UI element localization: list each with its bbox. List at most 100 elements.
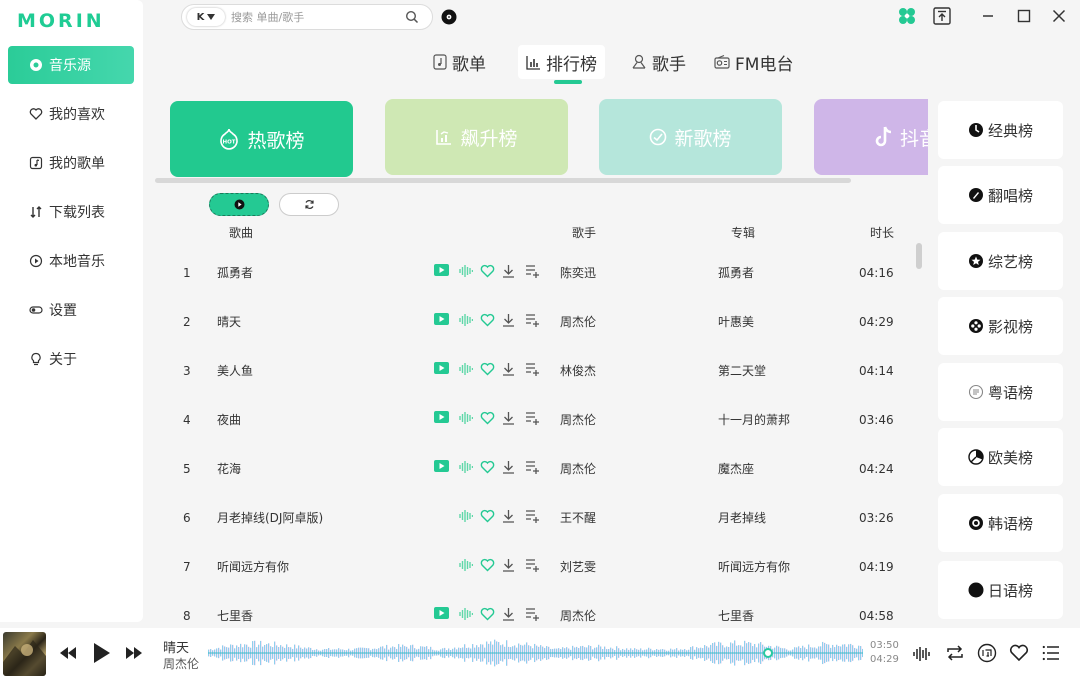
like-song-icon[interactable] [480,362,495,376]
row-title[interactable]: 美人鱼 [217,346,253,395]
row-title[interactable]: 孤勇者 [217,248,253,297]
quality-icon[interactable] [459,460,473,474]
tab-fm-radio[interactable]: FM电台 [706,45,801,79]
like-song-icon[interactable] [480,509,495,523]
mv-icon[interactable] [434,460,449,472]
add-to-playlist-icon[interactable] [525,558,540,572]
row-title[interactable]: 月老掉线(DJ阿卓版) [217,493,323,542]
quality-icon[interactable] [459,313,473,327]
add-to-playlist-icon[interactable] [525,264,540,278]
rank-classic[interactable]: 经典榜 [938,101,1063,159]
rank-cover[interactable]: 翻唱榜 [938,166,1063,224]
row-artist[interactable]: 周杰伦 [560,297,596,346]
lyrics-icon[interactable] [977,643,997,663]
search-icon[interactable] [405,10,419,24]
rank-film[interactable]: 影视榜 [938,297,1063,355]
sidebar-item-favorites[interactable]: 我的喜欢 [8,95,134,133]
repeat-icon[interactable] [945,644,965,662]
sidebar-item-local-music[interactable]: 本地音乐 [8,242,134,280]
table-row[interactable]: 5 花海 周杰伦 魔杰座 04:24 [155,444,915,493]
download-icon[interactable] [502,460,515,474]
card-rising[interactable]: 飙升榜 [385,99,568,175]
rank-variety[interactable]: 综艺榜 [938,232,1063,290]
mv-icon[interactable] [434,264,449,276]
table-row[interactable]: 6 月老掉线(DJ阿卓版) 王不醒 月老掉线 03:26 [155,493,915,542]
sidebar-item-settings[interactable]: 设置 [8,291,134,329]
add-to-playlist-icon[interactable] [525,607,540,621]
progress-knob[interactable] [763,648,774,658]
play-all-button[interactable] [209,193,269,216]
minimize-icon[interactable] [977,5,999,27]
search-input[interactable] [231,10,401,24]
row-album[interactable]: 孤勇者 [718,248,754,297]
row-album[interactable]: 魔杰座 [718,444,754,493]
download-icon[interactable] [502,411,515,425]
mv-icon[interactable] [434,607,449,619]
quality-icon[interactable] [459,607,473,621]
table-row[interactable]: 3 美人鱼 林俊杰 第二天堂 04:14 [155,346,915,395]
cards-scrollbar[interactable] [155,178,851,183]
row-album[interactable]: 第二天堂 [718,346,766,395]
rank-western[interactable]: 欧美榜 [938,428,1063,486]
tab-charts[interactable]: 排行榜 [518,45,605,79]
quality-icon[interactable] [459,411,473,425]
close-icon[interactable] [1048,5,1070,27]
download-icon[interactable] [502,607,515,621]
sidebar-item-music-source[interactable]: 音乐源 [8,46,134,84]
mv-icon[interactable] [434,313,449,325]
search-source-selector[interactable]: K [187,8,225,26]
row-album[interactable]: 叶惠美 [718,297,754,346]
row-artist[interactable]: 王不醒 [560,493,596,542]
download-icon[interactable] [502,313,515,327]
like-song-icon[interactable] [480,411,495,425]
row-title[interactable]: 听闻远方有你 [217,542,289,591]
quality-icon[interactable] [459,509,473,523]
row-album[interactable]: 十一月的萧邦 [718,395,790,444]
row-artist[interactable]: 陈奕迅 [560,248,596,297]
table-row[interactable]: 7 听闻远方有你 刘艺雯 听闻远方有你 04:19 [155,542,915,591]
waveform-progress[interactable] [208,636,863,668]
add-to-playlist-icon[interactable] [525,460,540,474]
add-to-playlist-icon[interactable] [525,362,540,376]
card-new-songs[interactable]: 新歌榜 [599,99,782,175]
row-album[interactable]: 月老掉线 [718,493,766,542]
download-icon[interactable] [502,558,515,572]
table-row[interactable]: 2 晴天 周杰伦 叶惠美 04:29 [155,297,915,346]
row-title[interactable]: 花海 [217,444,241,493]
card-hot-songs[interactable]: HOT 热歌榜 [170,101,353,177]
row-artist[interactable]: 林俊杰 [560,346,596,395]
like-song-icon[interactable] [480,313,495,327]
card-douyin[interactable]: 抖音 [814,99,928,175]
next-track-icon[interactable] [125,646,143,660]
rank-japanese[interactable]: 日语榜 [938,561,1063,619]
playlist-queue-icon[interactable] [1042,645,1060,661]
add-to-playlist-icon[interactable] [525,313,540,327]
mv-icon[interactable] [434,362,449,374]
album-cover[interactable] [3,632,46,676]
skin-icon[interactable] [896,5,918,27]
like-song-icon[interactable] [480,264,495,278]
like-song-icon[interactable] [480,607,495,621]
previous-track-icon[interactable] [59,646,77,660]
row-title[interactable]: 晴天 [217,297,241,346]
add-to-playlist-icon[interactable] [525,411,540,425]
sound-effect-icon[interactable] [912,645,930,663]
row-artist[interactable]: 周杰伦 [560,395,596,444]
row-artist[interactable]: 刘艺雯 [560,542,596,591]
add-to-playlist-icon[interactable] [525,509,540,523]
row-album[interactable]: 听闻远方有你 [718,542,790,591]
sidebar-item-about[interactable]: 关于 [8,340,134,378]
quality-icon[interactable] [459,264,473,278]
maximize-icon[interactable] [1013,5,1035,27]
download-icon[interactable] [502,362,515,376]
mv-icon[interactable] [434,411,449,423]
like-song-icon[interactable] [480,460,495,474]
quality-icon[interactable] [459,558,473,572]
like-icon[interactable] [1009,644,1029,662]
refresh-button[interactable] [279,193,339,216]
sidebar-item-playlists[interactable]: 我的歌单 [8,144,134,182]
download-icon[interactable] [502,509,515,523]
mini-mode-icon[interactable] [931,5,953,27]
tab-singers[interactable]: 歌手 [623,45,694,79]
download-icon[interactable] [502,264,515,278]
